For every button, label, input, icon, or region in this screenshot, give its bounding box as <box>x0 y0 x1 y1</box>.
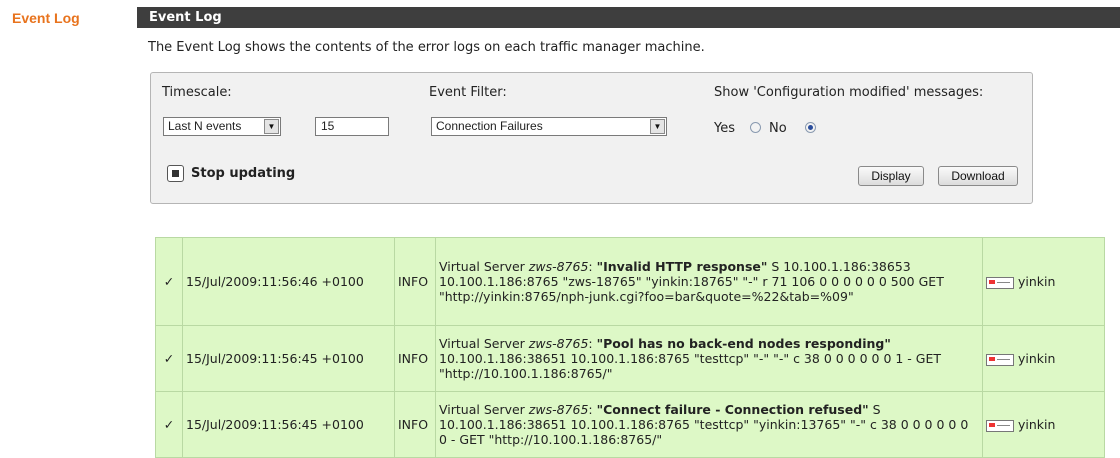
message-title: "Pool has no back-end nodes responding" <box>596 336 891 351</box>
host-name[interactable]: yinkin <box>1018 351 1055 366</box>
log-message: Virtual Server zws-8765: "Pool has no ba… <box>435 325 983 392</box>
timescale-select[interactable]: Last N events ▼ <box>163 117 281 136</box>
no-label: No <box>769 121 787 136</box>
log-message: Virtual Server zws-8765: "Invalid HTTP r… <box>435 237 983 326</box>
log-level: INFO <box>394 325 436 392</box>
timestamp: 15/Jul/2009:11:56:46 +0100 <box>182 237 395 326</box>
log-level: INFO <box>394 391 436 458</box>
host-name[interactable]: yinkin <box>1018 417 1055 432</box>
display-button[interactable]: Display <box>858 166 924 186</box>
event-count-input[interactable]: 15 <box>315 117 389 136</box>
timescale-label: Timescale: <box>162 85 232 100</box>
message-prefix: Virtual Server <box>439 336 529 351</box>
message-prefix: Virtual Server <box>439 402 529 417</box>
stop-updating-button[interactable] <box>167 165 184 182</box>
server-name: zws-8765 <box>528 336 589 351</box>
message-title: "Connect failure - Connection refused" <box>596 402 869 417</box>
check-icon: ✓ <box>155 237 183 326</box>
check-icon: ✓ <box>155 325 183 392</box>
download-button[interactable]: Download <box>938 166 1018 186</box>
timestamp: 15/Jul/2009:11:56:45 +0100 <box>182 391 395 458</box>
page-header: Event Log <box>137 7 1120 28</box>
event-log-table: ✓ 15/Jul/2009:11:56:46 +0100 INFO Virtua… <box>155 237 1105 458</box>
table-row: ✓ 15/Jul/2009:11:56:45 +0100 INFO Virtua… <box>155 325 1105 392</box>
yes-label: Yes <box>714 121 735 136</box>
filter-panel: Timescale: Last N events ▼ 15 Event Filt… <box>150 72 1033 204</box>
timestamp: 15/Jul/2009:11:56:45 +0100 <box>182 325 395 392</box>
server-name: zws-8765 <box>528 402 589 417</box>
event-filter-value: Connection Failures <box>436 119 543 133</box>
server-icon <box>986 276 1014 289</box>
config-messages-label: Show 'Configuration modified' messages: <box>714 85 984 100</box>
page-description: The Event Log shows the contents of the … <box>148 40 705 55</box>
message-title: "Invalid HTTP response" <box>596 259 768 274</box>
table-row: ✓ 15/Jul/2009:11:56:46 +0100 INFO Virtua… <box>155 237 1105 326</box>
message-separator: : <box>588 336 597 351</box>
table-row: ✓ 15/Jul/2009:11:56:45 +0100 INFO Virtua… <box>155 391 1105 458</box>
page-title: Event Log <box>149 10 222 25</box>
host-name[interactable]: yinkin <box>1018 274 1055 289</box>
message-detail: 10.100.1.186:38651 10.100.1.186:8765 "te… <box>439 351 942 381</box>
server-icon <box>986 419 1014 432</box>
log-message: Virtual Server zws-8765: "Connect failur… <box>435 391 983 458</box>
timescale-value: Last N events <box>168 119 242 133</box>
yes-radio[interactable] <box>750 122 761 133</box>
chevron-down-icon: ▼ <box>264 119 279 134</box>
event-filter-select[interactable]: Connection Failures ▼ <box>431 117 667 136</box>
server-icon <box>986 353 1014 366</box>
message-separator: : <box>588 402 597 417</box>
message-separator: : <box>588 259 597 274</box>
log-level: INFO <box>394 237 436 326</box>
message-prefix: Virtual Server <box>439 259 529 274</box>
check-icon: ✓ <box>155 391 183 458</box>
no-radio[interactable] <box>805 122 816 133</box>
server-name: zws-8765 <box>528 259 589 274</box>
chevron-down-icon: ▼ <box>650 119 665 134</box>
event-filter-label: Event Filter: <box>429 85 507 100</box>
host-cell[interactable]: yinkin <box>982 237 1105 326</box>
host-cell[interactable]: yinkin <box>982 325 1105 392</box>
stop-updating-label[interactable]: Stop updating <box>191 166 295 181</box>
host-cell[interactable]: yinkin <box>982 391 1105 458</box>
sidebar-title[interactable]: Event Log <box>12 10 80 26</box>
